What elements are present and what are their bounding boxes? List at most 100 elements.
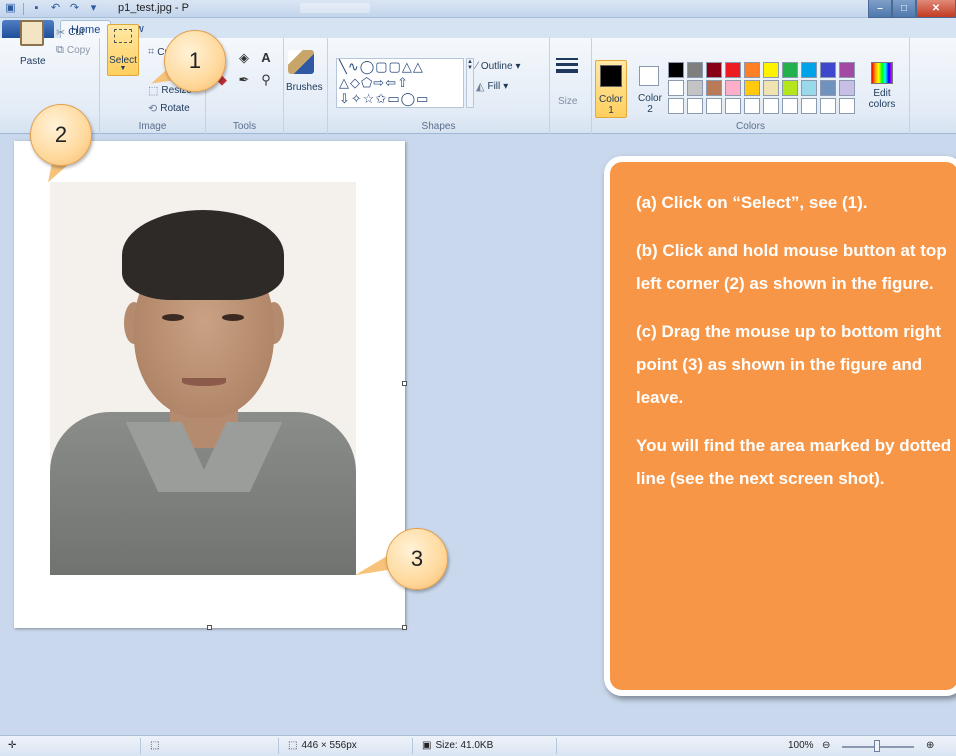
color1-button[interactable]: Color 1: [595, 60, 627, 118]
ribbon-tabs: ▤ ▾ Home View: [0, 18, 956, 50]
palette-swatch[interactable]: [839, 62, 855, 78]
palette-swatch[interactable]: [725, 98, 741, 114]
zoom-out-icon[interactable]: ⊖: [822, 740, 830, 751]
brushes-icon[interactable]: [288, 50, 314, 74]
outline-label: Outline: [480, 60, 513, 72]
zoom-level: 100%: [788, 740, 814, 751]
callout-2: 2: [30, 104, 92, 166]
paste-button[interactable]: [20, 20, 44, 46]
colors-group-label: Colors: [736, 121, 765, 132]
palette-swatch[interactable]: [668, 62, 684, 78]
resize-handle-right[interactable]: [402, 381, 407, 386]
color2-button[interactable]: Color 2: [636, 60, 664, 118]
palette-swatch[interactable]: [782, 80, 798, 96]
edit-colors-button[interactable]: Edit colors: [862, 62, 902, 110]
palette-swatch[interactable]: [744, 98, 760, 114]
palette-swatch[interactable]: [839, 98, 855, 114]
undo-icon[interactable]: ↶: [49, 2, 62, 15]
callout-1: 1: [164, 30, 226, 92]
instruction-result: You will find the area marked by dotted …: [636, 436, 952, 488]
color2-number: 2: [647, 104, 653, 115]
palette-swatch[interactable]: [820, 62, 836, 78]
text-tool-icon[interactable]: A: [258, 50, 274, 66]
shapes-gallery[interactable]: ╲∿◯▢▢△△ △◇⬠⇨⇦⇧ ⇩✧☆✩▭◯▭: [336, 58, 464, 108]
image-group-label: Image: [138, 121, 167, 132]
save-icon[interactable]: ▪: [30, 2, 43, 15]
brushes-label: Brushes: [286, 82, 323, 93]
selection-size-icon: ⬚: [150, 740, 160, 751]
palette-swatch[interactable]: [706, 98, 722, 114]
palette-swatch[interactable]: [687, 80, 703, 96]
redo-icon[interactable]: ↷: [68, 2, 81, 15]
chevron-down-icon: ▾: [515, 60, 521, 72]
palette-swatch[interactable]: [763, 80, 779, 96]
select-button[interactable]: Select ▼: [107, 24, 139, 76]
instruction-step-a: (a) Click on “Select”, see (1).: [636, 193, 868, 212]
palette-swatch[interactable]: [744, 62, 760, 78]
color-picker-icon[interactable]: ✒: [236, 72, 252, 88]
resize-handle-bottom[interactable]: [207, 625, 212, 630]
file-size-value: Size: 41.0KB: [435, 740, 494, 751]
shape-row[interactable]: ╲∿◯▢▢△△: [337, 59, 463, 75]
color2-swatch: [639, 66, 659, 86]
image-dimensions: ⬚ 446 × 556px: [288, 740, 357, 751]
size-label: Size: [558, 96, 578, 107]
palette-swatch[interactable]: [820, 98, 836, 114]
rainbow-icon: [871, 62, 893, 84]
rotate-button[interactable]: ⟲ Rotate: [148, 102, 190, 115]
disk-icon: ▣: [422, 740, 432, 751]
chevron-down-icon: ▼: [119, 65, 127, 72]
zoom-in-icon[interactable]: ⊕: [926, 740, 934, 751]
chevron-down-icon: ▾: [503, 81, 509, 92]
palette-swatch[interactable]: [725, 80, 741, 96]
palette-swatch[interactable]: [782, 98, 798, 114]
shapes-scrollbar[interactable]: ▲ ▼: [466, 58, 474, 108]
photo-eye-left: [162, 314, 184, 321]
palette-swatch[interactable]: [725, 62, 741, 78]
paint-app-icon[interactable]: ▣: [4, 2, 17, 15]
fill-bucket-icon[interactable]: ◈: [236, 50, 252, 66]
palette-swatch[interactable]: [801, 80, 817, 96]
palette-swatch[interactable]: [687, 62, 703, 78]
color1-number: 1: [608, 105, 614, 116]
status-bar: ✛ ⬚ ⬚ 446 × 556px ▣ Size: 41.0KB 100% ⊖ ⊕: [0, 735, 956, 756]
palette-swatch[interactable]: [668, 80, 684, 96]
palette-swatch[interactable]: [801, 98, 817, 114]
palette-swatch[interactable]: [668, 98, 684, 114]
fill-button[interactable]: ◭ Fill ▾: [476, 80, 508, 93]
fill-label: Fill: [487, 81, 501, 92]
instruction-step-b: (b) Click and hold mouse button at top l…: [636, 241, 947, 293]
palette-swatch[interactable]: [839, 80, 855, 96]
palette-swatch[interactable]: [706, 80, 722, 96]
minimize-button[interactable]: –: [868, 0, 892, 18]
photo-eye-right: [222, 314, 244, 321]
palette-swatch[interactable]: [687, 98, 703, 114]
portrait-photo: [50, 182, 356, 575]
copy-button[interactable]: ⧉ Copy: [56, 44, 90, 57]
outline-icon: ⁄: [476, 60, 478, 72]
palette-swatch[interactable]: [763, 98, 779, 114]
palette-swatch[interactable]: [744, 80, 760, 96]
edit-colors-label: Edit colors: [868, 88, 896, 110]
paste-label: Paste: [20, 56, 46, 67]
size-button[interactable]: [556, 58, 578, 76]
shape-row[interactable]: △◇⬠⇨⇦⇧: [337, 75, 463, 91]
magnifier-icon[interactable]: ⚲: [258, 72, 274, 88]
title-ghost: [300, 3, 370, 13]
maximize-button[interactable]: □: [892, 0, 916, 18]
outline-button[interactable]: ⁄ Outline ▾: [476, 60, 521, 72]
palette-swatch[interactable]: [801, 62, 817, 78]
cut-button[interactable]: ✂ Cut: [56, 26, 84, 39]
customize-qat-icon[interactable]: ▾: [87, 2, 100, 15]
rotate-icon: ⟲: [148, 103, 158, 115]
palette-swatch[interactable]: [706, 62, 722, 78]
palette-swatch[interactable]: [782, 62, 798, 78]
resize-handle-corner[interactable]: [402, 625, 407, 630]
palette-swatch[interactable]: [763, 62, 779, 78]
callout-3: 3: [386, 528, 448, 590]
shape-row[interactable]: ⇩✧☆✩▭◯▭: [337, 91, 463, 107]
palette-swatch[interactable]: [820, 80, 836, 96]
close-button[interactable]: ✕: [916, 0, 956, 18]
dimensions-icon: ⬚: [288, 740, 298, 751]
zoom-slider-thumb[interactable]: [874, 740, 880, 752]
